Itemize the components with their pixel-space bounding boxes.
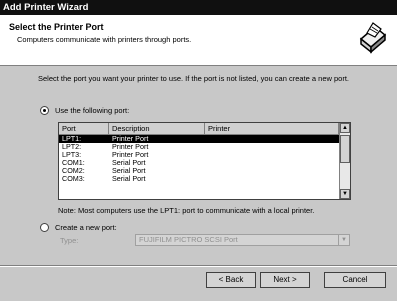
page-title: Select the Printer Port bbox=[9, 22, 104, 32]
column-header-printer[interactable]: Printer bbox=[205, 123, 339, 134]
title-bar: Add Printer Wizard bbox=[0, 0, 397, 15]
port-description: Serial Port bbox=[112, 174, 146, 183]
scroll-thumb[interactable] bbox=[340, 135, 350, 163]
scroll-down-button[interactable]: ▼ bbox=[340, 189, 350, 199]
chevron-down-icon: ▼ bbox=[338, 235, 349, 245]
port-printer bbox=[205, 175, 339, 183]
port-row[interactable]: COM1: Serial Port bbox=[59, 159, 350, 167]
port-type-select: FUJIFILM PICTRO SCSI Port ▼ bbox=[135, 234, 350, 246]
scroll-up-button[interactable]: ▲ bbox=[340, 123, 350, 133]
back-button[interactable]: < Back bbox=[206, 272, 256, 288]
port-row[interactable]: COM3: Serial Port bbox=[59, 175, 350, 183]
create-port-radio-row[interactable]: Create a new port: bbox=[40, 223, 117, 232]
intro-text: Select the port you want your printer to… bbox=[38, 74, 350, 83]
port-type-value: FUJIFILM PICTRO SCSI Port bbox=[139, 235, 238, 244]
create-port-label: Create a new port: bbox=[55, 223, 117, 232]
wizard-body: Select the port you want your printer to… bbox=[0, 66, 397, 301]
cancel-button[interactable]: Cancel bbox=[324, 272, 386, 288]
port-note: Note: Most computers use the LPT1: port … bbox=[58, 206, 315, 215]
port-row[interactable]: LPT2: Printer Port bbox=[59, 143, 350, 151]
port-list-scrollbar[interactable]: ▲ ▼ bbox=[339, 123, 350, 199]
port-row[interactable]: LPT3: Printer Port bbox=[59, 151, 350, 159]
port-list[interactable]: Port Description Printer LPT1: Printer P… bbox=[58, 122, 351, 200]
port-row[interactable]: LPT1: Printer Port bbox=[59, 135, 350, 143]
port-printer bbox=[205, 143, 339, 151]
create-port-radio[interactable] bbox=[40, 223, 49, 232]
next-button[interactable]: Next > bbox=[260, 272, 310, 288]
port-printer bbox=[205, 151, 339, 159]
port-printer bbox=[205, 135, 339, 143]
printer-icon bbox=[353, 19, 389, 55]
page-subtitle: Computers communicate with printers thro… bbox=[17, 35, 192, 44]
column-header-port[interactable]: Port bbox=[59, 123, 109, 134]
footer-divider bbox=[0, 265, 397, 267]
port-name: COM3: bbox=[62, 174, 85, 183]
use-port-radio[interactable] bbox=[40, 106, 49, 115]
use-port-label: Use the following port: bbox=[55, 106, 130, 115]
window-title: Add Printer Wizard bbox=[3, 2, 89, 13]
port-type-label: Type: bbox=[60, 236, 79, 245]
port-list-header: Port Description Printer bbox=[59, 123, 350, 135]
port-printer bbox=[205, 167, 339, 175]
wizard-header: Select the Printer Port Computers commun… bbox=[0, 15, 397, 66]
column-header-description[interactable]: Description bbox=[109, 123, 205, 134]
port-row[interactable]: COM2: Serial Port bbox=[59, 167, 350, 175]
port-printer bbox=[205, 159, 339, 167]
use-port-radio-row[interactable]: Use the following port: bbox=[40, 106, 129, 115]
